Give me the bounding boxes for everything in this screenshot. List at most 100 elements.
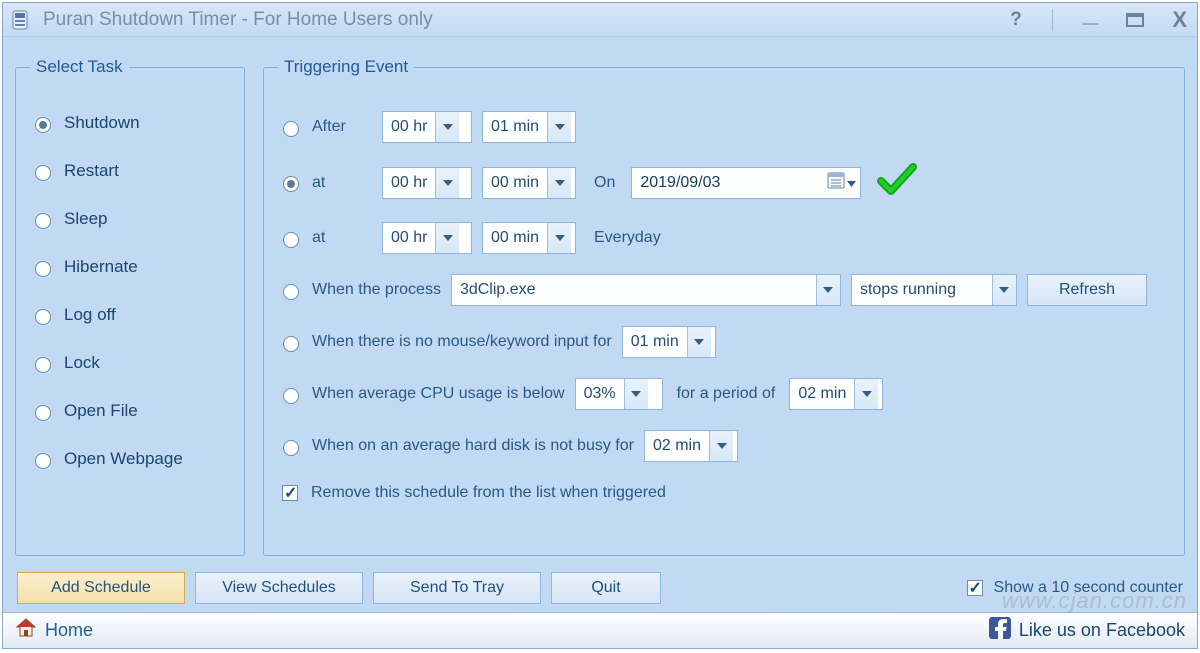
process-value: 3dClip.exe	[452, 281, 816, 299]
remove-label: Remove this schedule from the list when …	[311, 484, 666, 502]
home-icon	[15, 617, 37, 644]
task-label: Lock	[64, 353, 100, 373]
add-schedule-button[interactable]: Add Schedule	[17, 572, 185, 604]
process-action-combo[interactable]: stops running	[851, 274, 1017, 306]
at2-min-combo[interactable]: 00 min	[482, 222, 576, 254]
on-label: On	[594, 174, 615, 192]
task-row: Sleep	[30, 209, 230, 229]
calendar-icon	[827, 171, 845, 194]
task-label: Open File	[64, 401, 138, 421]
row-disk: When on an average hard disk is not busy…	[278, 430, 1170, 462]
task-radio-open-file[interactable]	[35, 405, 51, 421]
maximize-button[interactable]	[1126, 13, 1144, 27]
disk-period-value: 02 min	[645, 437, 709, 455]
task-row: Restart	[30, 161, 230, 181]
row-cpu: When average CPU usage is below 03% for …	[278, 378, 1170, 410]
after-hr-combo[interactable]: 00 hr	[382, 111, 472, 143]
cpu-for-label: for a period of	[677, 385, 776, 403]
chevron-down-icon	[854, 379, 878, 409]
cpu-period-value: 02 min	[790, 385, 854, 403]
select-task-group: Select Task Shutdown Restart Sleep Hibernat…	[15, 57, 245, 556]
task-row: Open File	[30, 401, 230, 421]
task-radio-lock[interactable]	[35, 357, 51, 373]
date-value: 2019/09/03	[640, 174, 821, 192]
at2-min-value: 00 min	[483, 229, 547, 247]
label-at2: at	[312, 229, 372, 247]
app-icon	[11, 10, 31, 30]
triggering-event-legend: Triggering Event	[278, 57, 414, 77]
facebook-link[interactable]: Like us on Facebook	[1019, 620, 1185, 641]
at1-hr-value: 00 hr	[383, 174, 435, 192]
quit-button[interactable]: Quit	[551, 572, 661, 604]
counter-checkbox[interactable]	[967, 580, 983, 596]
process-combo[interactable]: 3dClip.exe	[451, 274, 841, 306]
titlebar: Puran Shutdown Timer - For Home Users on…	[3, 3, 1197, 37]
chevron-down-icon	[435, 112, 459, 142]
home-link[interactable]: Home	[45, 620, 93, 641]
idle-min-value: 01 min	[623, 333, 687, 351]
label-disk: When on an average hard disk is not busy…	[312, 437, 634, 455]
task-radio-shutdown[interactable]	[35, 117, 51, 133]
row-idle: When there is no mouse/keyword input for…	[278, 326, 1170, 358]
task-row: Open Webpage	[30, 449, 230, 469]
after-min-combo[interactable]: 01 min	[482, 111, 576, 143]
remove-checkbox[interactable]	[282, 485, 298, 501]
task-radio-hibernate[interactable]	[35, 261, 51, 277]
radio-cpu[interactable]	[283, 388, 299, 404]
task-radio-sleep[interactable]	[35, 213, 51, 229]
view-schedules-button[interactable]: View Schedules	[195, 572, 363, 604]
label-process: When the process	[312, 281, 441, 299]
at1-hr-combo[interactable]: 00 hr	[382, 167, 472, 199]
label-idle: When there is no mouse/keyword input for	[312, 333, 612, 351]
chevron-down-icon	[547, 112, 571, 142]
label-at1: at	[312, 174, 372, 192]
chevron-down-icon	[547, 223, 571, 253]
row-at-date: at 00 hr 00 min On 2019/09/03	[278, 163, 1170, 202]
task-radio-log-off[interactable]	[35, 309, 51, 325]
triggering-event-group: Triggering Event After 00 hr 01 min	[263, 57, 1185, 556]
help-button[interactable]: ?	[1010, 9, 1022, 31]
task-row: Shutdown	[30, 113, 230, 133]
select-task-legend: Select Task	[30, 57, 129, 77]
cpu-pct-value: 03%	[576, 385, 624, 403]
radio-process[interactable]	[283, 284, 299, 300]
titlebar-separator	[1052, 9, 1053, 31]
radio-at-date[interactable]	[283, 176, 299, 192]
chevron-down-icon	[847, 174, 856, 192]
task-label: Shutdown	[64, 113, 140, 133]
send-to-tray-button[interactable]: Send To Tray	[373, 572, 541, 604]
close-button[interactable]: X	[1172, 7, 1187, 33]
everyday-label: Everyday	[594, 229, 661, 247]
task-label: Restart	[64, 161, 119, 181]
facebook-icon	[989, 617, 1011, 644]
chevron-down-icon	[687, 327, 711, 357]
chevron-down-icon	[547, 168, 571, 198]
process-action-value: stops running	[852, 281, 992, 299]
row-after: After 00 hr 01 min	[278, 111, 1170, 143]
row-at-everyday: at 00 hr 00 min Everyday	[278, 222, 1170, 254]
minimize-button[interactable]: _	[1083, 9, 1099, 15]
radio-idle[interactable]	[283, 336, 299, 352]
at1-min-combo[interactable]: 00 min	[482, 167, 576, 199]
task-radio-restart[interactable]	[35, 165, 51, 181]
after-min-value: 01 min	[483, 118, 547, 136]
disk-period-combo[interactable]: 02 min	[644, 430, 738, 462]
cpu-pct-combo[interactable]: 03%	[575, 378, 663, 410]
statusbar: Home Like us on Facebook www.cjan.com.cn	[3, 612, 1197, 648]
label-after: After	[312, 118, 372, 136]
radio-after[interactable]	[283, 121, 299, 137]
radio-disk[interactable]	[283, 440, 299, 456]
chevron-down-icon	[435, 223, 459, 253]
refresh-button[interactable]: Refresh	[1027, 274, 1147, 306]
label-cpu: When average CPU usage is below	[312, 385, 565, 403]
idle-min-combo[interactable]: 01 min	[622, 326, 716, 358]
task-radio-open-webpage[interactable]	[35, 453, 51, 469]
task-row: Hibernate	[30, 257, 230, 277]
cpu-period-combo[interactable]: 02 min	[789, 378, 883, 410]
radio-at-everyday[interactable]	[283, 232, 299, 248]
row-process: When the process 3dClip.exe stops runnin…	[278, 274, 1170, 306]
bottom-bar: Add Schedule View Schedules Send To Tray…	[15, 568, 1185, 604]
window-title: Puran Shutdown Timer - For Home Users on…	[43, 9, 433, 31]
at2-hr-combo[interactable]: 00 hr	[382, 222, 472, 254]
date-picker[interactable]: 2019/09/03	[631, 167, 861, 199]
